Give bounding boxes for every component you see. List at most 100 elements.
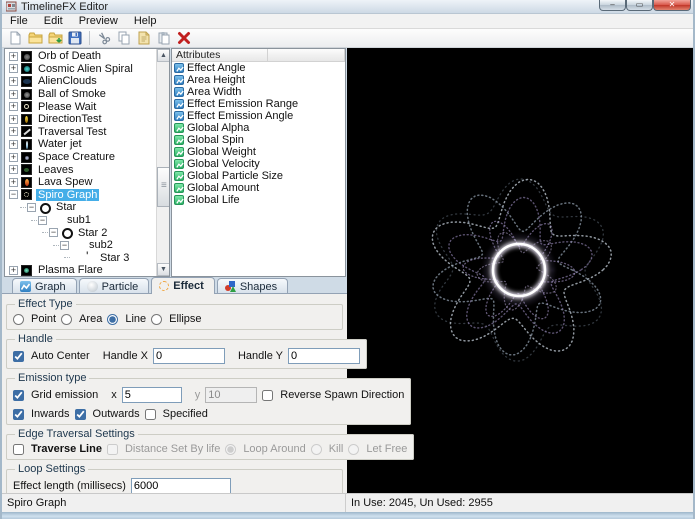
tree-scrollbar-thumb[interactable] <box>157 167 170 207</box>
tree-item-space-creature[interactable]: +Space Creature <box>5 151 156 164</box>
attributes-header-extra[interactable] <box>268 49 345 61</box>
minimize-button[interactable]: – <box>599 0 626 11</box>
tree-item-lava-spew[interactable]: +Lava Spew <box>5 176 156 189</box>
traverse-line-checkbox[interactable] <box>13 444 24 455</box>
expand-icon[interactable]: + <box>9 90 18 99</box>
attribute-item-global-life[interactable]: Global Life <box>172 194 345 206</box>
tree-item-water-jet[interactable]: +Water jet <box>5 138 156 151</box>
new-file-button[interactable] <box>5 30 25 47</box>
line-radio[interactable] <box>107 314 118 325</box>
effect-length-input[interactable] <box>131 478 231 494</box>
loop-around-radio[interactable] <box>225 444 236 455</box>
collapse-icon[interactable]: − <box>38 216 47 225</box>
expand-icon[interactable]: + <box>9 52 18 61</box>
expand-icon[interactable]: + <box>9 102 18 111</box>
grid-x-input[interactable] <box>122 387 182 403</box>
tree-item-leaves[interactable]: +Leaves <box>5 163 156 176</box>
attribute-item-effect-angle[interactable]: Effect Angle <box>172 62 345 74</box>
area-label: Area <box>79 313 102 325</box>
traversal-glyph <box>23 129 30 135</box>
tree-item-directiontest[interactable]: +DirectionTest <box>5 113 156 126</box>
open-folder-button[interactable] <box>25 30 45 47</box>
delete-button[interactable] <box>174 30 194 47</box>
area-radio[interactable] <box>61 314 72 325</box>
expand-icon[interactable]: + <box>9 266 18 275</box>
copy-button[interactable] <box>114 30 134 47</box>
tree-item-please-wait[interactable]: + Please Wait <box>5 100 156 113</box>
attribute-item-global-alpha[interactable]: Global Alpha <box>172 122 345 134</box>
paste-new-button[interactable] <box>154 30 174 47</box>
grid-y-input[interactable] <box>205 387 257 403</box>
expand-icon[interactable]: + <box>9 178 18 187</box>
tab-particle[interactable]: Particle <box>79 278 150 294</box>
let-free-radio[interactable] <box>348 444 359 455</box>
handle-x-input[interactable] <box>153 348 225 364</box>
attribute-item-global-spin[interactable]: Global Spin <box>172 134 345 146</box>
save-button[interactable] <box>65 30 85 47</box>
reverse-spawn-checkbox[interactable] <box>262 390 273 401</box>
tree-item-cosmic-alien-spiral[interactable]: +Cosmic Alien Spiral <box>5 63 156 76</box>
tree-item-star-3[interactable]: Star 3 <box>5 252 156 265</box>
menu-item-preview[interactable]: Preview <box>71 14 126 28</box>
tree-item-orb-of-death[interactable]: +Orb of Death <box>5 50 156 63</box>
tree-item-alienclouds[interactable]: +AlienClouds <box>5 75 156 88</box>
inwards-checkbox[interactable] <box>13 409 24 420</box>
tab-effect[interactable]: Effect <box>151 277 215 294</box>
specified-checkbox[interactable] <box>145 409 156 420</box>
tree-item-traversal-test[interactable]: +Traversal Test <box>5 126 156 139</box>
attribute-item-effect-emission-angle[interactable]: Effect Emission Angle <box>172 110 345 122</box>
paste-button[interactable] <box>134 30 154 47</box>
expand-icon[interactable]: + <box>9 64 18 73</box>
point-radio[interactable] <box>13 314 24 325</box>
tree-item-sub1[interactable]: −sub1 <box>5 214 156 227</box>
collapse-icon[interactable]: − <box>60 241 69 250</box>
expand-icon[interactable]: + <box>9 127 18 136</box>
scroll-up-icon[interactable]: ▲ <box>157 49 170 62</box>
expand-icon[interactable]: + <box>9 153 18 162</box>
title-bar[interactable]: TimelineFX Editor – ▭ ✕ <box>2 0 693 14</box>
ellipse-radio[interactable] <box>151 314 162 325</box>
menu-item-edit[interactable]: Edit <box>36 14 71 28</box>
tree-item-plasma-flare[interactable]: +Plasma Flare <box>5 264 156 277</box>
maximize-button[interactable]: ▭ <box>626 0 653 11</box>
tree-scrollbar[interactable]: ▲ ▼ <box>156 49 169 276</box>
collapse-icon[interactable]: − <box>27 203 36 212</box>
expand-icon[interactable]: + <box>9 165 18 174</box>
tree-item-star[interactable]: −Star <box>5 201 156 214</box>
preview-canvas[interactable] <box>347 48 695 493</box>
scroll-down-icon[interactable]: ▼ <box>157 263 170 276</box>
auto-center-checkbox[interactable] <box>13 351 24 362</box>
attributes-header-label[interactable]: Attributes <box>172 49 268 61</box>
close-button[interactable]: ✕ <box>653 0 691 11</box>
attribute-item-area-width[interactable]: Area Width <box>172 86 345 98</box>
collapse-icon[interactable]: − <box>9 190 18 199</box>
cut-button[interactable] <box>94 30 114 47</box>
attribute-item-global-amount[interactable]: Global Amount <box>172 182 345 194</box>
tree-item-sub2[interactable]: −sub2 <box>5 239 156 252</box>
tab-shapes[interactable]: Shapes <box>217 278 288 294</box>
tab-graph[interactable]: Graph <box>12 278 77 294</box>
expand-icon[interactable]: + <box>9 140 18 149</box>
handle-y-input[interactable] <box>288 348 360 364</box>
menu-item-help[interactable]: Help <box>126 14 165 28</box>
attribute-item-effect-emission-range[interactable]: Effect Emission Range <box>172 98 345 110</box>
attribute-item-global-velocity[interactable]: Global Velocity <box>172 158 345 170</box>
grid-emission-checkbox[interactable] <box>13 390 24 401</box>
expand-icon[interactable]: + <box>9 77 18 86</box>
menu-item-file[interactable]: File <box>2 14 36 28</box>
tree-item-ball-of-smoke[interactable]: +Ball of Smoke <box>5 88 156 101</box>
expand-icon[interactable]: + <box>9 115 18 124</box>
collapse-icon[interactable]: − <box>49 228 58 237</box>
handle-legend: Handle <box>15 333 56 345</box>
attribute-item-global-particle-size[interactable]: Global Particle Size <box>172 170 345 182</box>
tree-item-label: Please Wait <box>36 101 98 113</box>
kill-radio[interactable] <box>311 444 322 455</box>
distance-set-checkbox[interactable] <box>107 444 118 455</box>
outwards-checkbox[interactable] <box>75 409 86 420</box>
tree-item-spiro-graph[interactable]: −Spiro Graph <box>5 189 156 202</box>
attribute-item-global-weight[interactable]: Global Weight <box>172 146 345 158</box>
attribute-item-area-height[interactable]: Area Height <box>172 74 345 86</box>
spacer <box>50 215 61 226</box>
import-library-button[interactable] <box>45 30 65 47</box>
tree-item-star-2[interactable]: −Star 2 <box>5 226 156 239</box>
